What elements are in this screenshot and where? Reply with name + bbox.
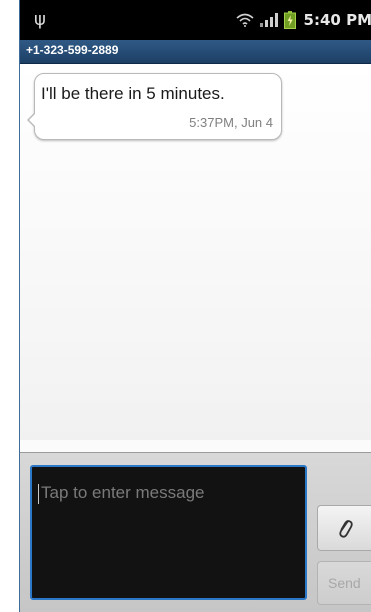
contact-number: +1-323-599-2889	[26, 43, 119, 57]
wifi-icon	[236, 13, 254, 27]
usb-icon: ψ	[34, 9, 46, 30]
message-placeholder: Tap to enter message	[41, 483, 205, 502]
phone-screen: ψ 5:40 PM +1-323-599-2889 I'll be there …	[19, 0, 371, 612]
message-thread[interactable]: I'll be there in 5 minutes. 5:37PM, Jun …	[20, 64, 371, 440]
conversation-header: +1-323-599-2889	[20, 40, 371, 64]
status-icons: 5:40 PM	[236, 0, 371, 40]
send-button[interactable]: Send	[317, 561, 371, 605]
status-bar: ψ 5:40 PM	[20, 0, 371, 40]
message-bubble[interactable]: I'll be there in 5 minutes. 5:37PM, Jun …	[27, 73, 282, 140]
send-button-label: Send	[328, 575, 361, 591]
signal-icon	[259, 13, 278, 27]
compose-bar: Tap to enter message Send	[20, 452, 371, 612]
status-time: 5:40 PM	[303, 11, 371, 29]
message-input[interactable]: Tap to enter message	[30, 465, 307, 600]
battery-icon	[283, 11, 296, 29]
message-timestamp: 5:37PM, Jun 4	[189, 115, 273, 130]
text-cursor	[38, 484, 39, 504]
message-text: I'll be there in 5 minutes.	[41, 84, 225, 103]
attach-button[interactable]	[317, 505, 371, 551]
